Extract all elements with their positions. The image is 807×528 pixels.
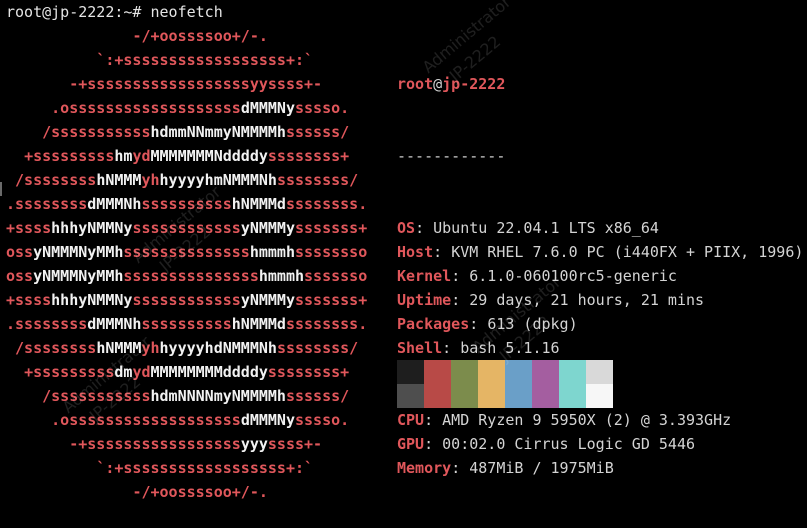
logo-line: -/+oossssoo+/-. (132, 27, 268, 45)
info-row-packages: Packages: 613 (dpkg) (397, 315, 578, 333)
info-key: GPU (397, 435, 425, 453)
color-swatch-normal-5 (532, 360, 559, 384)
logo-line: -+sssssssssssssssssyyyssss+- (69, 435, 323, 453)
color-palette (397, 360, 613, 408)
logo-line: +ssssssssshmydMMMMMMMNddddyssssssss+ (24, 147, 350, 165)
color-swatch-bright-1 (424, 384, 451, 408)
info-key: Uptime (397, 291, 452, 309)
logo-line: -/+oossssoo+/-. (132, 483, 268, 501)
info-value: 00:02.0 Cirrus Logic GD 5446 (442, 435, 696, 453)
logo-line: /ssssssssssshdmNNNNmyNMMMMhssssss/ (42, 387, 350, 405)
color-swatch-bright-3 (478, 384, 505, 408)
info-key: OS (397, 219, 416, 237)
info-key: Host (397, 243, 434, 261)
info-row-uptime: Uptime: 29 days, 21 hours, 21 mins (397, 291, 705, 309)
logo-line: ossyNMMMNyMMhsssssssssssssshmmmhssssssso (6, 243, 368, 261)
info-key: Shell (397, 339, 443, 357)
logo-line: /ssssssssssshdmmNNmmyNMMMMhssssss/ (42, 123, 350, 141)
info-value: 613 (dpkg) (487, 315, 578, 333)
logo-line: .ssssssssdMMMNhsssssssssshNMMMdssssssss. (6, 195, 368, 213)
system-info-panel: root@jp-2222 ------------ OS: Ubuntu 22.… (397, 24, 803, 528)
info-value: KVM RHEL 7.6.0 PC (i440FX + PIIX, 1996) (451, 243, 804, 261)
terminal-window[interactable]: root@jp-2222:~# neofetch -/+oossssoo+/-.… (0, 0, 807, 504)
info-separator: ------------ (397, 147, 506, 165)
info-row-host: Host: KVM RHEL 7.6.0 PC (i440FX + PIIX, … (397, 243, 804, 261)
info-value: 6.1.0-060100rc5-generic (469, 267, 677, 285)
color-swatch-normal-4 (505, 360, 532, 384)
info-value: AMD Ryzen 9 5950X (2) @ 3.393GHz (442, 411, 732, 429)
color-swatch-bright-5 (532, 384, 559, 408)
logo-line: /sssssssshNMMMyhhyyyyhdNMMMNhssssssss/ (15, 339, 359, 357)
logo-line: +sssshhhyNMMNyssssssssssssyNMMMysssssss+ (6, 291, 368, 309)
color-swatch-normal-6 (559, 360, 586, 384)
info-value: 29 days, 21 hours, 21 mins (469, 291, 705, 309)
info-value: Ubuntu 22.04.1 LTS x86_64 (433, 219, 659, 237)
color-swatch-bright-2 (451, 384, 478, 408)
logo-line: .ssssssssdMMMNhsssssssssshNMMMdssssssss. (6, 315, 368, 333)
logo-line: ossyNMMMNyMMhssssssssssssssshmmmhsssssso (6, 267, 368, 285)
logo-line: `:+ssssssssssssssssss+:` (96, 51, 314, 69)
color-swatch-bright-7 (586, 384, 613, 408)
color-swatch-bright-0 (397, 384, 424, 408)
info-value: 487MiB / 1975MiB (469, 459, 614, 477)
color-swatch-normal-0 (397, 360, 424, 384)
color-swatch-bright-4 (505, 384, 532, 408)
command-prompt: root@jp-2222:~# neofetch (6, 3, 223, 21)
info-row-cpu: CPU: AMD Ryzen 9 5950X (2) @ 3.393GHz (397, 411, 732, 429)
logo-line: +sssssssssdmydMMMMMMMMddddyssssssss+ (24, 363, 350, 381)
info-key: Packages (397, 315, 470, 333)
info-value: bash 5.1.16 (460, 339, 560, 357)
logo-line: .osssssssssssssssssssdMMMNysssso. (51, 99, 350, 117)
info-at: @ (433, 75, 443, 93)
info-row-gpu: GPU: 00:02.0 Cirrus Logic GD 5446 (397, 435, 696, 453)
info-row-memory: Memory: 487MiB / 1975MiB (397, 459, 614, 477)
info-key: CPU (397, 411, 425, 429)
text-cursor (0, 182, 2, 196)
logo-line: /sssssssshNMMMyhhyyyyhmNMMMNhssssssss/ (15, 171, 359, 189)
color-swatch-bright-6 (559, 384, 586, 408)
color-swatch-normal-3 (478, 360, 505, 384)
info-host: jp-2222 (442, 75, 506, 93)
info-key: Memory (397, 459, 452, 477)
color-swatch-normal-2 (451, 360, 478, 384)
color-swatch-normal-1 (424, 360, 451, 384)
logo-line: -+ssssssssssssssssssyyssss+- (69, 75, 323, 93)
info-key: Kernel (397, 267, 452, 285)
info-row-os: OS: Ubuntu 22.04.1 LTS x86_64 (397, 219, 659, 237)
logo-line: +sssshhhyNMMNyssssssssssssyNMMMysssssss+ (6, 219, 368, 237)
logo-line: `:+ssssssssssssssssss+:` (96, 459, 314, 477)
info-row-shell: Shell: bash 5.1.16 (397, 339, 560, 357)
info-user: root (397, 75, 434, 93)
logo-line: .osssssssssssssssssssdMMMNysssso. (51, 411, 350, 429)
user-host-line: root@jp-2222 (397, 72, 803, 96)
ubuntu-ascii-logo: -/+oossssoo+/-. `:+ssssssssssssssssss+:`… (6, 24, 367, 504)
info-row-kernel: Kernel: 6.1.0-060100rc5-generic (397, 267, 677, 285)
color-swatch-normal-7 (586, 360, 613, 384)
